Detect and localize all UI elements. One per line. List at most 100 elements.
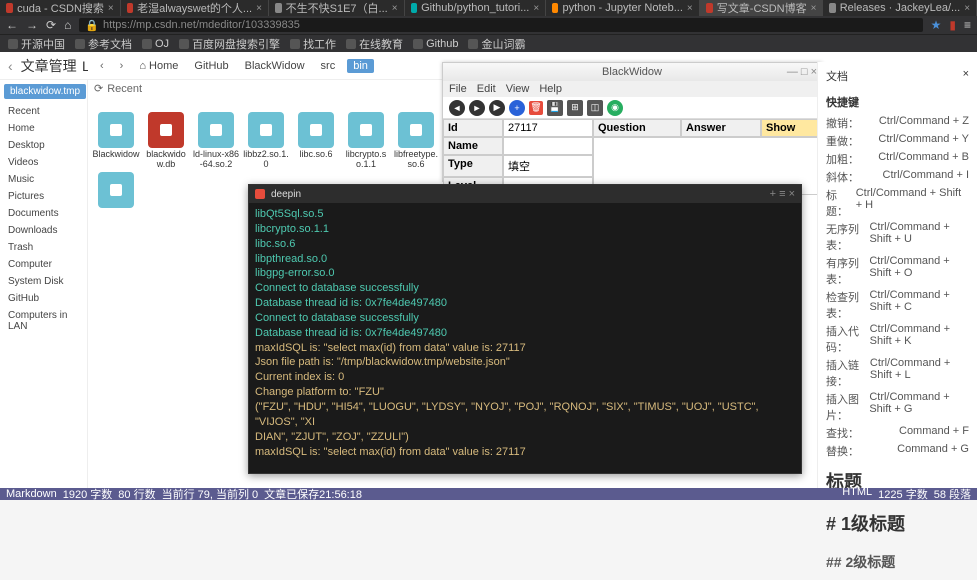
tab-5[interactable]: 写文章-CSDN博客×	[700, 0, 824, 16]
term-line: libgpg-error.so.0	[255, 266, 795, 281]
tab-0[interactable]: cuda - CSDN搜索×	[0, 0, 121, 16]
reload-icon[interactable]: ⟳	[46, 18, 56, 32]
shortcut-row: 插入链接：Ctrl/Command + Shift + L	[818, 356, 977, 390]
menu-icon[interactable]: ≡	[964, 18, 971, 32]
md-h1: # 1级标题	[818, 502, 977, 544]
fm-recent[interactable]: ⟳Recent	[94, 82, 142, 95]
db-icon[interactable]: ⊞	[567, 100, 583, 116]
file-item[interactable]: Blackwidow	[92, 112, 140, 170]
close-icon[interactable]: ×	[392, 3, 398, 14]
nav-right-icon[interactable]: ►	[469, 100, 485, 116]
sidebar-item[interactable]: Pictures	[0, 188, 87, 205]
back-icon[interactable]: ‹	[8, 58, 13, 74]
shortcut-row: 无序列表：Ctrl/Command + Shift + U	[818, 220, 977, 254]
bw-toolbar: ◄ ► ▶ + 🗑 💾 ⊞ ◫ ◉	[443, 97, 821, 119]
sidebar-item[interactable]: Home	[0, 120, 87, 137]
tab-1[interactable]: 老湿alwayswet的个人...×	[121, 0, 269, 16]
bookmark-item[interactable]: 百度网盘搜索引擎	[179, 36, 280, 52]
term-title: deepin	[271, 189, 301, 200]
file-item[interactable]: libc.so.6	[292, 112, 340, 170]
close-icon[interactable]: ×	[533, 3, 539, 14]
address-bar[interactable]: 🔒https://mp.csdn.net/mdeditor/103339835	[79, 18, 922, 32]
bookmark-item[interactable]: 参考文档	[75, 36, 132, 52]
file-item[interactable]	[92, 172, 140, 210]
blackwidow-window[interactable]: BlackWidow— □ × File Edit View Help ◄ ► …	[442, 62, 822, 182]
shortcut-row: 撤销：Ctrl/Command + Z	[818, 114, 977, 132]
td-id[interactable]: 27117	[503, 119, 593, 137]
menu-edit[interactable]: Edit	[477, 83, 496, 95]
td-name[interactable]	[503, 137, 593, 155]
bw-titlebar[interactable]: BlackWidow— □ ×	[443, 63, 821, 81]
fm-fwd-icon[interactable]: ›	[116, 60, 128, 72]
bookmark-item[interactable]: Github	[413, 38, 458, 50]
bookmark-item[interactable]: OJ	[142, 38, 169, 50]
term-line: maxIdSQL is: "select max(id) from data" …	[255, 341, 795, 356]
go-icon[interactable]: ◉	[607, 100, 623, 116]
sidebar-item[interactable]: Desktop	[0, 137, 87, 154]
close-icon[interactable]: — □ ×	[787, 66, 817, 78]
status-item: Markdown	[6, 488, 57, 500]
fm-crumb-current[interactable]: bin	[347, 59, 374, 73]
menu-help[interactable]: Help	[539, 83, 562, 95]
sidebar-item[interactable]: Computer	[0, 256, 87, 273]
back-icon[interactable]: ←	[6, 18, 18, 32]
close-icon[interactable]: ×	[256, 3, 262, 14]
file-item[interactable]: libfreetype.so.6	[392, 112, 440, 170]
file-item[interactable]: libcrypto.so.1.1	[342, 112, 390, 170]
close-icon[interactable]: ×	[811, 3, 817, 14]
bookmark-item[interactable]: 找工作	[290, 36, 336, 52]
grid-icon[interactable]: ◫	[587, 100, 603, 116]
star-icon[interactable]: ★	[931, 18, 942, 32]
home-icon[interactable]: ⌂	[64, 18, 71, 32]
close-icon[interactable]: ×	[963, 68, 969, 84]
td-type[interactable]: 填空	[503, 155, 593, 177]
sidebar-item[interactable]: Recent	[0, 103, 87, 120]
fm-crumb[interactable]: src	[317, 60, 340, 72]
th-show[interactable]: Show	[761, 119, 821, 137]
sidebar-item[interactable]: Music	[0, 171, 87, 188]
bookmark-item[interactable]: 金山词霸	[468, 36, 525, 52]
tab-6[interactable]: Releases · JackeyLea/...×	[823, 0, 977, 16]
sidebar-item[interactable]: Documents	[0, 205, 87, 222]
sidebar-item[interactable]: Trash	[0, 239, 87, 256]
forward-icon[interactable]: →	[26, 18, 38, 32]
sidebar-item[interactable]: Computers in LAN	[0, 307, 87, 335]
close-icon[interactable]: ×	[687, 3, 693, 14]
tab-2[interactable]: 不生不快S1E7（白...×	[269, 0, 405, 16]
tab-3[interactable]: Github/python_tutori...×	[405, 0, 547, 16]
close-icon[interactable]: ×	[108, 3, 114, 14]
term-line: maxIdSQL is: "select max(id) from data" …	[255, 445, 795, 460]
nav-left-icon[interactable]: ◄	[449, 100, 465, 116]
fm-back-icon[interactable]: ‹	[96, 60, 108, 72]
terminal-window[interactable]: deepin + ≡ × libQt5Sql.so.5libcrypto.so.…	[248, 184, 802, 474]
fm-crumb-home[interactable]: ⌂ Home	[135, 60, 182, 72]
bookmark-item[interactable]: 开源中国	[8, 36, 65, 52]
sidebar-item[interactable]: GitHub	[0, 290, 87, 307]
menu-view[interactable]: View	[506, 83, 530, 95]
save-icon[interactable]: 💾	[547, 100, 563, 116]
tab-4[interactable]: python - Jupyter Noteb...×	[546, 0, 700, 16]
file-item[interactable]: ld-linux-x86-64.so.2	[192, 112, 240, 170]
sidebar-item[interactable]: Downloads	[0, 222, 87, 239]
file-item[interactable]: blackwidow.db	[142, 112, 190, 170]
ext-icon[interactable]: ▮	[949, 18, 956, 32]
file-item[interactable]: libbz2.so.1.0	[242, 112, 290, 170]
fm-crumb[interactable]: BlackWidow	[241, 60, 309, 72]
file-icon	[398, 112, 434, 148]
close-icon[interactable]: ×	[964, 3, 970, 14]
terminal-output[interactable]: libQt5Sql.so.5libcrypto.so.1.1libc.so.6l…	[249, 203, 801, 463]
term-titlebar[interactable]: deepin + ≡ ×	[249, 185, 801, 203]
bookmark-item[interactable]: 在线教育	[346, 36, 403, 52]
term-add-icon[interactable]: + ≡ ×	[770, 188, 795, 200]
page-title: 文章管理	[21, 56, 77, 76]
add-icon[interactable]: +	[509, 100, 525, 116]
delete-icon[interactable]: 🗑	[529, 101, 543, 115]
status-bar: Markdown 1920 字数 80 行数 当前行 79, 当前列 0 文章已…	[0, 488, 977, 500]
fm-crumb[interactable]: GitHub	[190, 60, 232, 72]
sidebar-item[interactable]: Videos	[0, 154, 87, 171]
menu-file[interactable]: File	[449, 83, 467, 95]
sidebar-item[interactable]: System Disk	[0, 273, 87, 290]
nav-fwd-icon[interactable]: ▶	[489, 100, 505, 116]
file-label: ld-linux-x86-64.so.2	[192, 150, 240, 170]
breadcrumb[interactable]: blackwidow.tmp	[4, 84, 86, 99]
